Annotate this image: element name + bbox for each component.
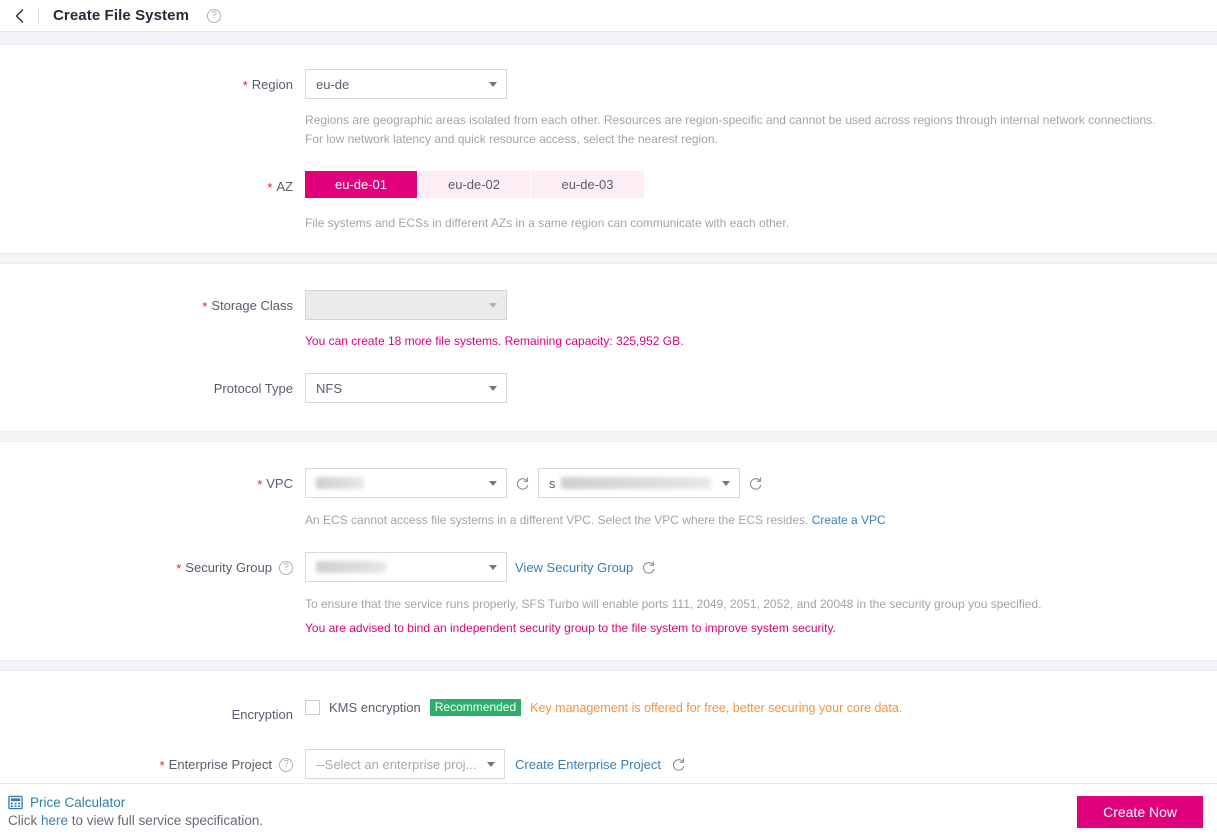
panel-region: * Region eu-de Regions are geographic ar… — [0, 44, 1217, 254]
field-region: * Region eu-de — [0, 69, 1217, 103]
security-group-select-value-redacted — [316, 561, 386, 573]
create-enterprise-project-link[interactable]: Create Enterprise Project — [515, 757, 661, 772]
service-spec-suffix: to view full service specification. — [68, 813, 264, 828]
field-az-label: * AZ — [267, 179, 293, 195]
az-option-eu-de-03[interactable]: eu-de-03 — [531, 171, 644, 198]
chevron-down-icon — [489, 481, 497, 486]
storage-class-select[interactable] — [305, 290, 507, 320]
vpc-hint-text: An ECS cannot access file systems in a d… — [305, 513, 809, 527]
security-group-select[interactable] — [305, 552, 507, 582]
header-divider — [38, 7, 39, 24]
panel-storage: * Storage Class You can create 18 more f… — [0, 263, 1217, 432]
service-spec-prefix: Click — [8, 813, 41, 828]
refresh-icon[interactable] — [748, 476, 763, 491]
field-enterprise-project-label: * Enterprise Project ? — [0, 749, 305, 781]
storage-capacity-note: You can create 18 more file systems. Rem… — [305, 334, 684, 348]
recommended-badge: Recommended — [429, 699, 522, 716]
required-asterisk: * — [257, 476, 263, 492]
view-security-group-link[interactable]: View Security Group — [515, 560, 633, 575]
required-asterisk: * — [202, 298, 208, 314]
field-encryption: Encryption KMS encryption Recommended Ke… — [0, 699, 1217, 733]
help-circle-icon[interactable]: ? — [279, 561, 293, 575]
panel-encryption: Encryption KMS encryption Recommended Ke… — [0, 670, 1217, 783]
page-header: Create File System ? — [0, 0, 1217, 32]
az-hint: File systems and ECSs in different AZs i… — [305, 216, 790, 230]
subnet-select-value-redacted — [560, 477, 711, 489]
az-option-eu-de-01[interactable]: eu-de-01 — [305, 171, 418, 198]
chevron-down-icon — [487, 762, 495, 767]
service-spec-text: Click here to view full service specific… — [8, 813, 263, 828]
chevron-down-icon — [489, 82, 497, 87]
field-protocol-type: Protocol Type NFS — [0, 373, 1217, 407]
subnet-select-value: s — [549, 475, 556, 491]
bottom-action-bar: Price Calculator Click here to view full… — [0, 783, 1217, 839]
create-vpc-link[interactable]: Create a VPC — [812, 513, 886, 527]
required-asterisk: * — [242, 77, 248, 93]
kms-encryption-note: Key management is offered for free, bett… — [530, 700, 903, 715]
field-security-group: * Security Group ? View Security Group — [0, 552, 1217, 586]
kms-encryption-checkbox[interactable] — [305, 700, 320, 715]
chevron-down-icon — [489, 386, 497, 391]
region-hint-line2: For low network latency and quick resour… — [305, 132, 718, 146]
field-enterprise-project: * Enterprise Project ? --Select an enter… — [0, 749, 1217, 783]
security-group-hint: To ensure that the service runs properly… — [305, 597, 1042, 611]
field-vpc: * VPC s — [0, 468, 1217, 502]
enterprise-project-select-value: --Select an enterprise proj... — [316, 756, 477, 772]
field-region-label: * Region — [242, 77, 293, 93]
field-az: * AZ eu-de-01 eu-de-02 eu-de-03 — [0, 171, 1217, 205]
field-security-group-label: * Security Group ? — [0, 552, 305, 584]
vpc-select-value-redacted — [316, 477, 364, 489]
region-select[interactable]: eu-de — [305, 69, 507, 99]
required-asterisk: * — [159, 757, 165, 773]
service-spec-link[interactable]: here — [41, 813, 68, 828]
refresh-icon[interactable] — [671, 757, 686, 772]
az-option-eu-de-02[interactable]: eu-de-02 — [418, 171, 531, 198]
region-hint-line1: Regions are geographic areas isolated fr… — [305, 113, 1156, 127]
vpc-hint: An ECS cannot access file systems in a d… — [0, 502, 1217, 530]
refresh-icon[interactable] — [641, 560, 656, 575]
panel-network: * VPC s An ECS cannot access file system… — [0, 441, 1217, 661]
help-circle-icon[interactable]: ? — [207, 8, 222, 23]
chevron-down-icon — [489, 565, 497, 570]
page-title: Create File System — [53, 7, 190, 24]
calculator-icon — [8, 795, 23, 810]
required-asterisk: * — [176, 560, 182, 576]
enterprise-project-select[interactable]: --Select an enterprise proj... — [305, 749, 505, 779]
field-vpc-label: * VPC — [257, 476, 293, 492]
field-protocol-type-label: Protocol Type — [213, 381, 293, 396]
chevron-down-icon — [489, 303, 497, 308]
region-select-value: eu-de — [316, 76, 350, 92]
chevron-down-icon — [722, 481, 730, 486]
form-scroll-area[interactable]: * Region eu-de Regions are geographic ar… — [0, 33, 1217, 783]
field-encryption-label: Encryption — [231, 707, 293, 722]
subnet-select[interactable]: s — [538, 468, 740, 498]
protocol-type-select-value: NFS — [316, 380, 342, 396]
create-now-button[interactable]: Create Now — [1077, 795, 1203, 828]
security-group-warning: You are advised to bind an independent s… — [305, 621, 836, 635]
kms-encryption-label: KMS encryption — [329, 700, 421, 715]
refresh-icon[interactable] — [515, 476, 530, 491]
help-circle-icon[interactable]: ? — [279, 758, 293, 772]
price-calculator-link[interactable]: Price Calculator — [30, 795, 125, 810]
vpc-select[interactable] — [305, 468, 507, 498]
az-segmented-control: eu-de-01 eu-de-02 eu-de-03 — [305, 171, 644, 198]
protocol-type-select[interactable]: NFS — [305, 373, 507, 403]
field-storage-class-label: * Storage Class — [202, 298, 293, 314]
required-asterisk: * — [267, 179, 273, 195]
field-storage-class: * Storage Class — [0, 290, 1217, 324]
chevron-left-icon[interactable] — [10, 7, 28, 25]
